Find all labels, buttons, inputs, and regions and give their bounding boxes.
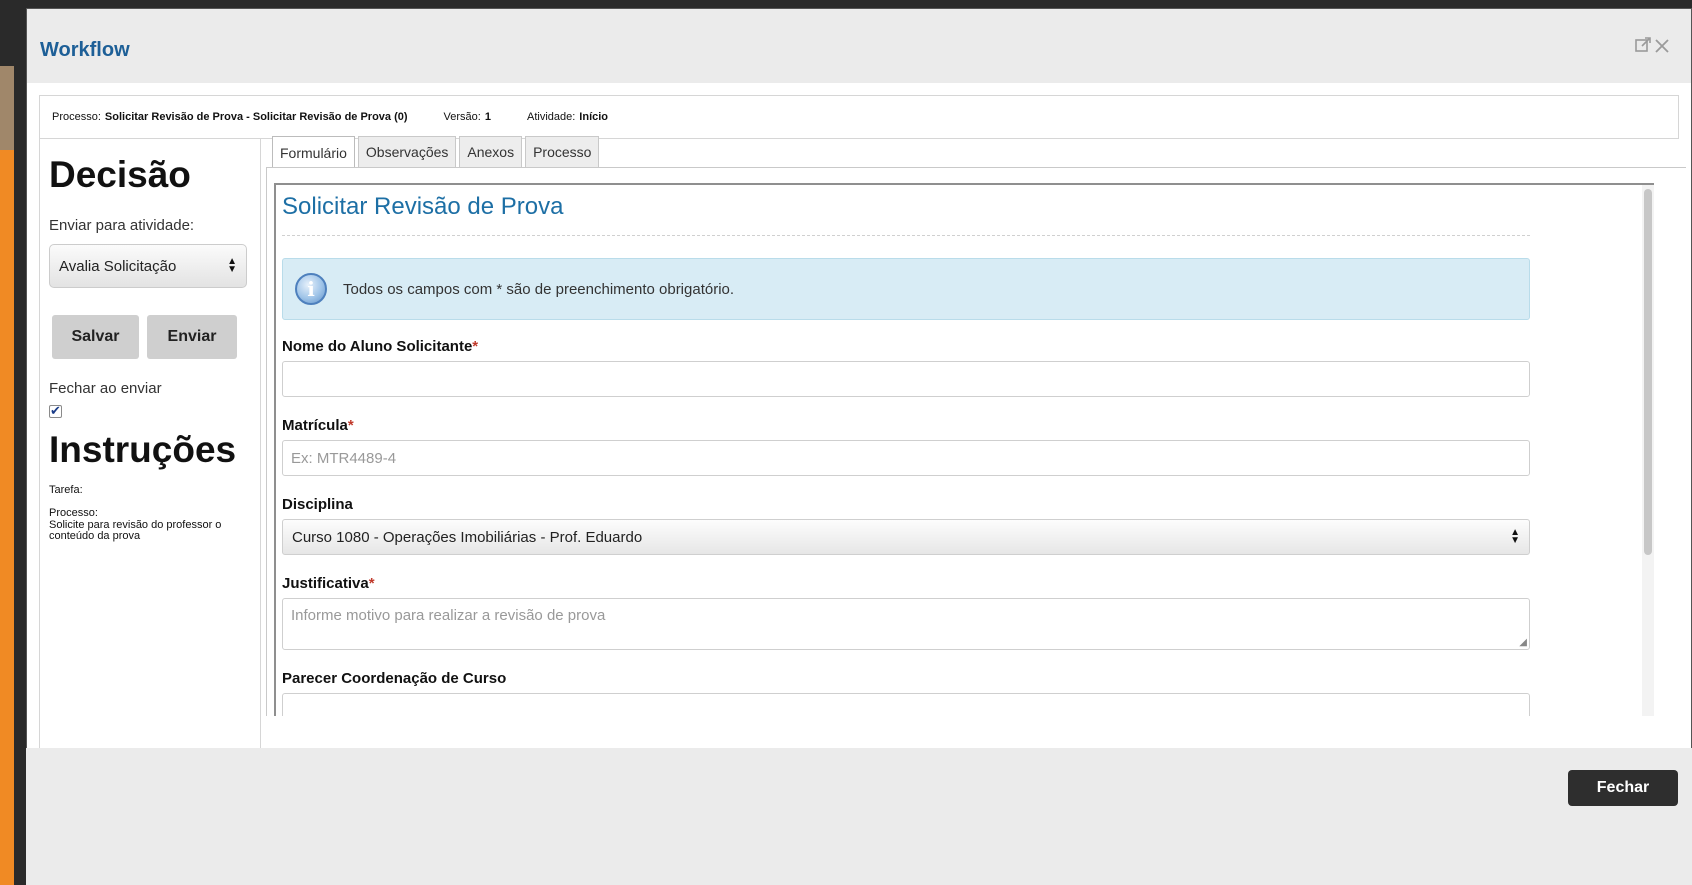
- tab-observacoes[interactable]: Observações: [357, 136, 457, 167]
- atividade-value: Início: [579, 111, 609, 123]
- form-frame: Solicitar Revisão de Prova i Todos os ca…: [274, 183, 1654, 716]
- decisao-heading: Decisão: [49, 154, 191, 195]
- modal-footer: Fechar: [26, 748, 1692, 885]
- tab-bar: Formulário Observações Anexos Processo: [272, 136, 600, 168]
- scrollbar[interactable]: [1642, 185, 1654, 716]
- justificativa-label: Justificativa*: [282, 575, 375, 592]
- atividade-label: Atividade:: [526, 111, 576, 123]
- enviar-label: Enviar para atividade:: [49, 217, 195, 235]
- processo-instructions-text: Solicite para revisão do professor o con…: [49, 518, 222, 543]
- close-on-send-label: Fechar ao enviar: [49, 380, 162, 398]
- tab-processo[interactable]: Processo: [525, 136, 600, 167]
- required-mark: *: [347, 417, 354, 434]
- instrucoes-heading: Instruções: [49, 429, 237, 471]
- popout-icon[interactable]: [1635, 37, 1653, 59]
- tab-formulario[interactable]: Formulário: [272, 136, 355, 168]
- disciplina-selected: Curso 1080 - Operações Imobiliárias - Pr…: [292, 528, 643, 546]
- tarefa-label: Tarefa:: [49, 483, 83, 496]
- background-strip-top: [0, 66, 14, 152]
- process-info-bar: Processo: Solicitar Revisão de Prova - S…: [39, 95, 1679, 139]
- info-alert: i Todos os campos com * são de preenchim…: [282, 258, 1530, 320]
- save-button[interactable]: Salvar: [52, 315, 139, 360]
- close-icon[interactable]: [1655, 37, 1669, 59]
- info-icon: i: [295, 273, 327, 305]
- select-arrows-icon: ▲ ▼: [1510, 527, 1520, 546]
- revision-form: Solicitar Revisão de Prova i Todos os ca…: [282, 185, 1530, 716]
- activity-select-value: Avalia Solicitação: [59, 257, 177, 275]
- processo-label: Processo:: [52, 111, 101, 123]
- select-arrows-icon: ▲ ▼: [227, 256, 237, 276]
- action-buttons: Salvar Enviar: [52, 315, 251, 360]
- versao-value: 1: [484, 111, 491, 123]
- matricula-input[interactable]: Ex: MTR4489-4: [282, 440, 1530, 476]
- required-mark: *: [472, 338, 479, 355]
- header-icons: [1635, 37, 1669, 59]
- required-mark: *: [368, 575, 375, 592]
- matricula-label: Matrícula*: [282, 417, 354, 434]
- versao-label: Versão:: [443, 111, 481, 123]
- modal-title: Workflow: [40, 39, 130, 61]
- close-button[interactable]: Fechar: [1568, 770, 1678, 806]
- decision-panel: Decisão Enviar para atividade: Avalia So…: [39, 139, 261, 790]
- disciplina-select[interactable]: Curso 1080 - Operações Imobiliárias - Pr…: [282, 519, 1530, 555]
- send-button[interactable]: Enviar: [147, 315, 237, 360]
- scrollbar-thumb[interactable]: [1644, 189, 1652, 555]
- modal-header: Workflow: [27, 9, 1691, 83]
- justificativa-placeholder: Informe motivo para realizar a revisão d…: [291, 607, 606, 624]
- tab-anexos[interactable]: Anexos: [459, 136, 523, 167]
- resize-grip-icon[interactable]: ◢: [1519, 637, 1527, 648]
- justificativa-textarea[interactable]: Informe motivo para realizar a revisão d…: [282, 598, 1530, 650]
- activity-select[interactable]: Avalia Solicitação ▲ ▼: [49, 244, 247, 289]
- parecer-textarea[interactable]: [282, 693, 1530, 716]
- disciplina-label: Disciplina: [282, 496, 353, 513]
- background-strip: [0, 150, 14, 885]
- parecer-label: Parecer Coordenação de Curso: [282, 670, 507, 687]
- processo-value: Solicitar Revisão de Prova - Solicitar R…: [104, 111, 408, 123]
- close-on-send-checkbox[interactable]: [49, 403, 62, 419]
- info-message: Todos os campos com * são de preenchimen…: [343, 280, 735, 298]
- matricula-placeholder: Ex: MTR4489-4: [291, 449, 397, 467]
- nome-input[interactable]: [282, 361, 1530, 397]
- form-title: Solicitar Revisão de Prova: [282, 193, 1530, 236]
- nome-label: Nome do Aluno Solicitante*: [282, 338, 479, 355]
